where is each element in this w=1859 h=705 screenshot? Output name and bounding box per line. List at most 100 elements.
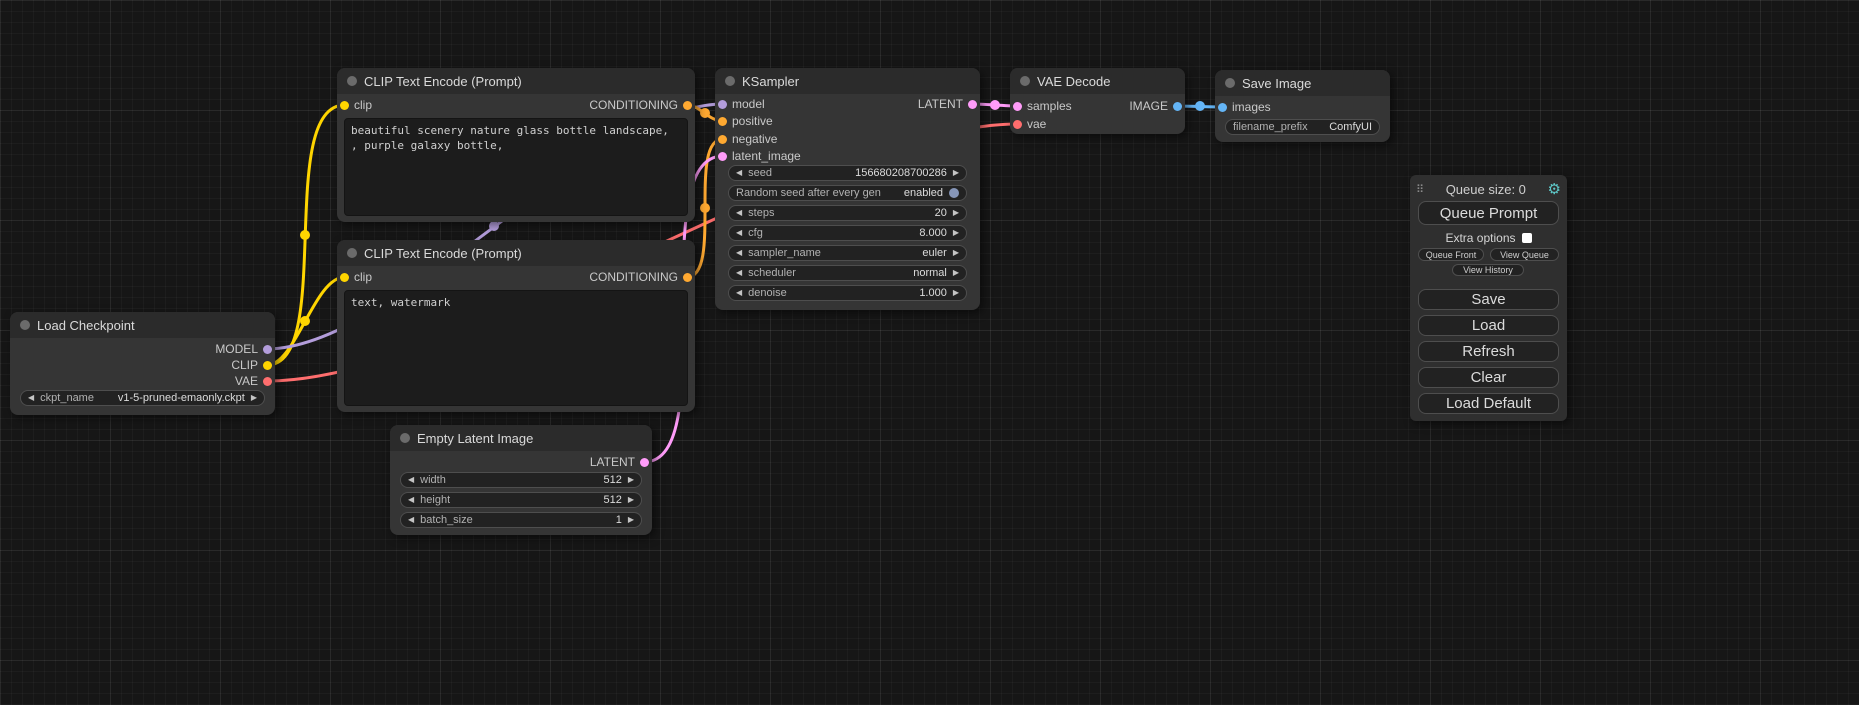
save-button[interactable]: Save	[1418, 289, 1559, 310]
node-save-image[interactable]: Save Image images filename_prefix ComfyU…	[1215, 70, 1390, 142]
widget-scheduler[interactable]: ◀ scheduler normal ▶	[728, 265, 967, 281]
slot-dot-latent[interactable]	[640, 458, 649, 467]
widget-label: width	[420, 474, 446, 486]
increment-arrow-icon[interactable]: ▶	[953, 289, 959, 297]
slot-label: VAE	[235, 374, 258, 388]
view-history-button[interactable]: View History	[1452, 264, 1524, 276]
decrement-arrow-icon[interactable]: ◀	[736, 269, 742, 277]
widget-random-seed-toggle[interactable]: Random seed after every gen enabled	[728, 185, 967, 201]
view-queue-button[interactable]: View Queue	[1490, 248, 1559, 261]
node-titlebar[interactable]: CLIP Text Encode (Prompt)	[337, 68, 695, 94]
node-titlebar[interactable]: Save Image	[1215, 70, 1390, 96]
prompt-textarea[interactable]: beautiful scenery nature glass bottle la…	[344, 118, 688, 216]
node-titlebar[interactable]: KSampler	[715, 68, 980, 94]
extra-options-row: Extra options	[1410, 231, 1567, 245]
widget-value: enabled	[904, 187, 943, 199]
increment-arrow-icon[interactable]: ▶	[953, 229, 959, 237]
node-load-checkpoint[interactable]: Load Checkpoint MODEL CLIP VAE ◀ ckpt_na…	[10, 312, 275, 415]
load-button[interactable]: Load	[1418, 315, 1559, 336]
drag-handle-icon[interactable]: ⠿	[1416, 183, 1424, 196]
slot-dot-vae[interactable]	[1013, 120, 1022, 129]
queue-prompt-button[interactable]: Queue Prompt	[1418, 201, 1559, 225]
decrement-arrow-icon[interactable]: ◀	[736, 289, 742, 297]
widget-value: 512	[603, 474, 621, 486]
widget-value: 156680208700286	[855, 167, 947, 179]
node-clip-text-encode-positive[interactable]: CLIP Text Encode (Prompt) clip CONDITION…	[337, 68, 695, 222]
slot-dot-conditioning[interactable]	[718, 117, 727, 126]
node-empty-latent-image[interactable]: Empty Latent Image LATENT ◀ width 512 ▶ …	[390, 425, 652, 535]
increment-arrow-icon[interactable]: ▶	[628, 476, 634, 484]
queue-menu-panel: ⠿ Queue size: 0 ⚙ Queue Prompt Extra opt…	[1410, 175, 1567, 421]
slot-label: CONDITIONING	[589, 98, 678, 112]
decrement-arrow-icon[interactable]: ◀	[408, 476, 414, 484]
widget-batch-size[interactable]: ◀ batch_size 1 ▶	[400, 512, 642, 528]
node-titlebar[interactable]: Empty Latent Image	[390, 425, 652, 451]
node-titlebar[interactable]: VAE Decode	[1010, 68, 1185, 94]
slot-dot-image[interactable]	[1173, 102, 1182, 111]
widget-cfg[interactable]: ◀ cfg 8.000 ▶	[728, 225, 967, 241]
slot-dot-vae[interactable]	[263, 377, 272, 386]
slot-dot-conditioning[interactable]	[683, 101, 692, 110]
slot-dot-latent[interactable]	[968, 100, 977, 109]
slot-dot-conditioning[interactable]	[718, 135, 727, 144]
collapse-dot[interactable]	[347, 248, 357, 258]
prompt-textarea[interactable]: text, watermark	[344, 290, 688, 406]
refresh-button[interactable]: Refresh	[1418, 341, 1559, 362]
decrement-arrow-icon[interactable]: ◀	[736, 169, 742, 177]
decrement-arrow-icon[interactable]: ◀	[736, 209, 742, 217]
input-slot-model: model	[715, 96, 765, 112]
increment-arrow-icon[interactable]: ▶	[953, 209, 959, 217]
widget-value: 20	[935, 207, 947, 219]
collapse-dot[interactable]	[725, 76, 735, 86]
decrement-arrow-icon[interactable]: ◀	[408, 496, 414, 504]
collapse-dot[interactable]	[1225, 78, 1235, 88]
increment-arrow-icon[interactable]: ▶	[953, 269, 959, 277]
slot-dot-image[interactable]	[1218, 103, 1227, 112]
widget-steps[interactable]: ◀ steps 20 ▶	[728, 205, 967, 221]
widget-sampler-name[interactable]: ◀ sampler_name euler ▶	[728, 245, 967, 261]
slot-dot-latent[interactable]	[1013, 102, 1022, 111]
slot-dot-clip[interactable]	[263, 361, 272, 370]
widget-height[interactable]: ◀ height 512 ▶	[400, 492, 642, 508]
node-vae-decode[interactable]: VAE Decode samples vae IMAGE	[1010, 68, 1185, 134]
slot-dot-clip[interactable]	[340, 273, 349, 282]
slot-dot-conditioning[interactable]	[683, 273, 692, 282]
slot-label: clip	[354, 98, 372, 112]
node-titlebar[interactable]: CLIP Text Encode (Prompt)	[337, 240, 695, 266]
widget-value: normal	[913, 267, 947, 279]
slot-dot-model[interactable]	[263, 345, 272, 354]
node-ksampler[interactable]: KSampler model positive negative latent_…	[715, 68, 980, 310]
decrement-arrow-icon[interactable]: ◀	[408, 516, 414, 524]
increment-arrow-icon[interactable]: ▶	[628, 496, 634, 504]
slot-dot-latent[interactable]	[718, 152, 727, 161]
graph-canvas[interactable]: Load Checkpoint MODEL CLIP VAE ◀ ckpt_na…	[0, 0, 1859, 705]
collapse-dot[interactable]	[400, 433, 410, 443]
widget-filename-prefix[interactable]: filename_prefix ComfyUI	[1225, 119, 1380, 135]
slot-dot-clip[interactable]	[340, 101, 349, 110]
extra-options-checkbox[interactable]	[1522, 233, 1532, 243]
collapse-dot[interactable]	[20, 320, 30, 330]
decrement-arrow-icon[interactable]: ◀	[736, 229, 742, 237]
load-default-button[interactable]: Load Default	[1418, 393, 1559, 414]
queue-front-button[interactable]: Queue Front	[1418, 248, 1484, 261]
decrement-arrow-icon[interactable]: ◀	[736, 249, 742, 257]
collapse-dot[interactable]	[347, 76, 357, 86]
widget-seed[interactable]: ◀ seed 156680208700286 ▶	[728, 165, 967, 181]
node-titlebar[interactable]: Load Checkpoint	[10, 312, 275, 338]
increment-arrow-icon[interactable]: ▶	[251, 394, 257, 402]
settings-gear-icon[interactable]: ⚙	[1548, 182, 1561, 197]
toggle-dot-icon[interactable]	[949, 188, 959, 198]
increment-arrow-icon[interactable]: ▶	[628, 516, 634, 524]
widget-denoise[interactable]: ◀ denoise 1.000 ▶	[728, 285, 967, 301]
widget-ckpt-name[interactable]: ◀ ckpt_name v1-5-pruned-emaonly.ckpt ▶	[20, 390, 265, 406]
node-clip-text-encode-negative[interactable]: CLIP Text Encode (Prompt) clip CONDITION…	[337, 240, 695, 412]
increment-arrow-icon[interactable]: ▶	[953, 169, 959, 177]
slot-label: vae	[1027, 117, 1046, 131]
widget-label: ckpt_name	[40, 392, 94, 404]
slot-dot-model[interactable]	[718, 100, 727, 109]
decrement-arrow-icon[interactable]: ◀	[28, 394, 34, 402]
increment-arrow-icon[interactable]: ▶	[953, 249, 959, 257]
widget-width[interactable]: ◀ width 512 ▶	[400, 472, 642, 488]
clear-button[interactable]: Clear	[1418, 367, 1559, 388]
collapse-dot[interactable]	[1020, 76, 1030, 86]
